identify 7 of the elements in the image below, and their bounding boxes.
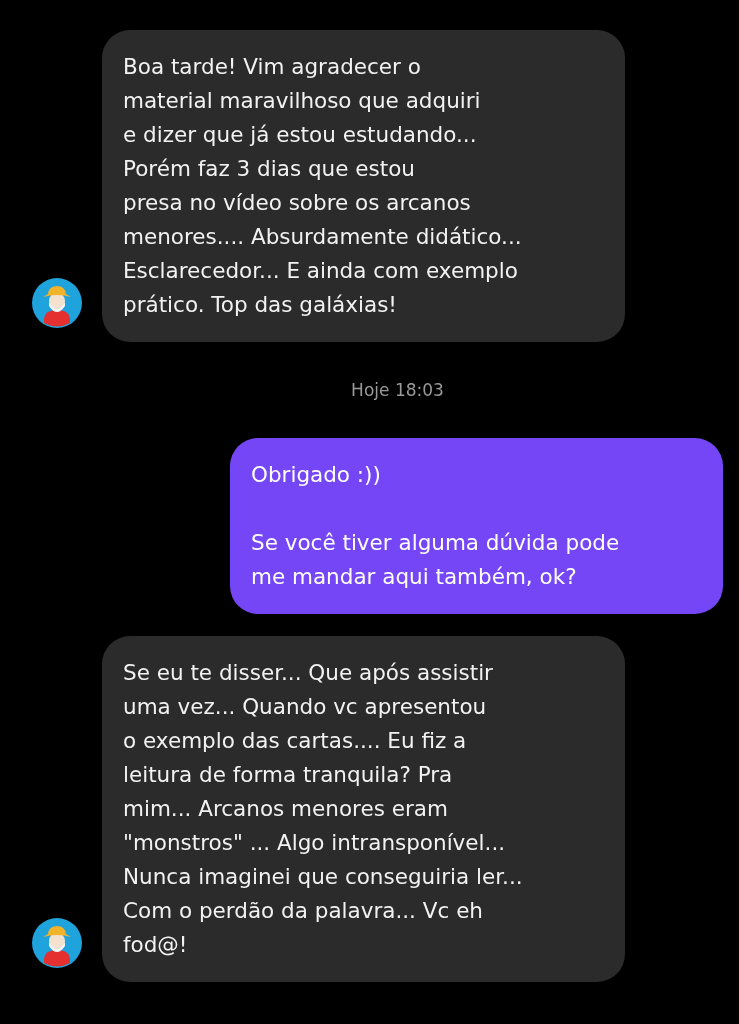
timestamp: Hoje 18:03	[350, 380, 445, 400]
message-text: Se você tiver alguma dúvida pode me mandar aqui também, ok?	[251, 529, 621, 591]
avatar-icon	[32, 278, 82, 328]
avatar-icon	[32, 918, 82, 968]
message-text: Obrigado :))	[251, 461, 382, 489]
message-text: Boa tarde! Vim agradecer o material maravilhoso que adquiri e dizer que já estou estudando... Porém faz 3 dias que estou presa no vídeo sobre os arcanos menores.... Absurdamente didático... Esclarecedor... E ainda com exemplo prático. Top das galáxias!	[123, 53, 523, 319]
message-text: Se eu te disser... Que após assistir uma vez... Quando vc apresentou o exemplo das cartas.... Eu fiz a leitura de forma tranquila? Pra mim... Arcanos menores eram "monstros" ... Algo intransponível... Nunca imaginei que conseguiria ler... Com o perdão da palavra... Vc eh fod@!	[123, 659, 524, 959]
